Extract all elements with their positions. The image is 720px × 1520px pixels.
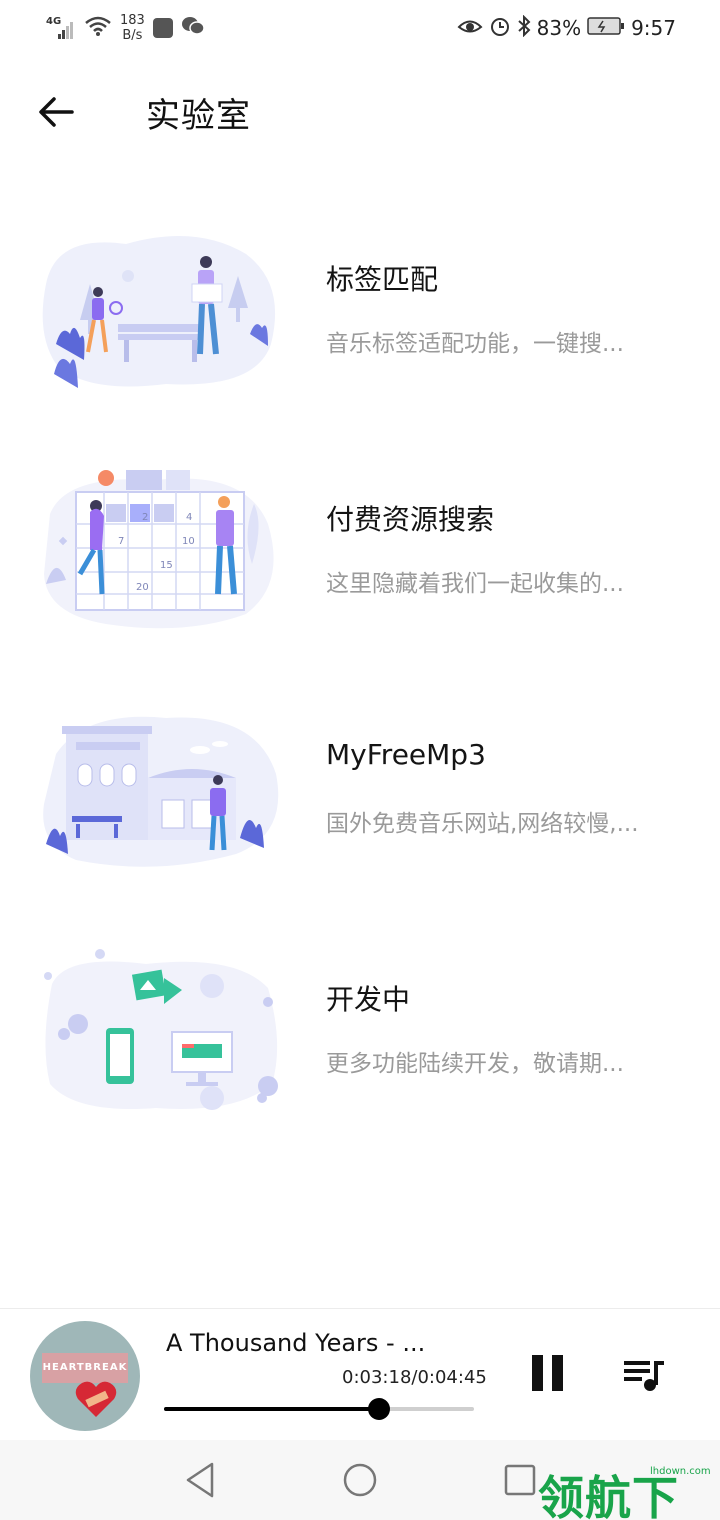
item-description: 更多功能陆续开发，敬请期... <box>326 1051 624 1077</box>
nav-home-icon[interactable] <box>338 1458 382 1502</box>
arrow-left-icon <box>39 97 74 127</box>
item-description: 音乐标签适配功能，一键搜... <box>326 331 624 357</box>
wechat-icon <box>181 15 205 41</box>
list-item[interactable]: 2 4 7 10 15 20 付费资源搜索 这里隐藏着我们一起收集的... <box>0 450 720 690</box>
alarm-icon <box>489 15 511 42</box>
heart-icon <box>75 1381 117 1417</box>
notification-app-icon <box>152 18 173 38</box>
item-title: 付费资源搜索 <box>326 503 495 536</box>
item-title: 开发中 <box>326 983 411 1016</box>
back-button[interactable] <box>30 86 82 138</box>
list-item[interactable]: MyFreeMp3 国外免费音乐网站,网络较慢,... <box>0 690 720 930</box>
net-speed: 183 B/s <box>120 13 145 43</box>
status-bar: 4G 183 B/s 83% 9:57 <box>0 0 720 56</box>
item-title: 标签匹配 <box>326 263 439 296</box>
playlist-button[interactable] <box>622 1357 666 1393</box>
mini-player[interactable]: HEARTBREAK A Thousand Years - ... 0:03:1… <box>0 1308 720 1440</box>
calendar-number: 4 <box>186 512 192 523</box>
net-speed-value: 183 <box>120 13 145 28</box>
song-time: 0:03:18/0:04:45 <box>342 1367 487 1388</box>
storefront-illustration <box>43 716 279 867</box>
clock: 9:57 <box>631 16 676 40</box>
signal-icon: 4G <box>46 16 76 40</box>
pause-icon-bar <box>552 1355 563 1391</box>
progress-slider[interactable] <box>164 1398 474 1420</box>
status-left: 4G 183 B/s <box>46 10 205 46</box>
item-description: 这里隐藏着我们一起收集的... <box>326 571 624 597</box>
nav-recents-icon[interactable] <box>498 1458 542 1502</box>
playlist-icon <box>624 1361 664 1391</box>
devices-illustration <box>44 949 278 1110</box>
status-right: 83% 9:57 <box>457 10 676 46</box>
album-art[interactable]: HEARTBREAK <box>30 1321 140 1431</box>
page-title: 实验室 <box>146 96 251 136</box>
park-illustration <box>42 236 276 388</box>
list-item[interactable]: 标签匹配 音乐标签适配功能，一键搜... <box>0 210 720 450</box>
watermark-site: lhdown.com <box>650 1466 711 1477</box>
pause-button[interactable] <box>530 1355 564 1391</box>
pause-icon-bar <box>532 1355 543 1391</box>
list-item[interactable]: 开发中 更多功能陆续开发，敬请期... <box>0 930 720 1170</box>
calendar-number: 2 <box>142 512 148 523</box>
net-speed-unit: B/s <box>122 28 143 43</box>
progress-fill <box>164 1407 380 1411</box>
header: 实验室 <box>0 70 720 154</box>
item-description: 国外免费音乐网站,网络较慢,... <box>326 811 639 837</box>
battery-icon <box>587 16 625 41</box>
item-title: MyFreeMp3 <box>326 738 486 771</box>
eye-icon <box>457 16 483 41</box>
wifi-icon <box>84 15 112 41</box>
lab-list: 标签匹配 音乐标签适配功能，一键搜... 2 4 7 10 15 20 付费资源… <box>0 210 720 1170</box>
nav-back-icon[interactable] <box>178 1458 222 1502</box>
calendar-number: 7 <box>118 536 124 547</box>
battery-percent: 83% <box>536 16 582 40</box>
calendar-number: 20 <box>136 582 149 593</box>
calendar-number: 15 <box>160 560 173 571</box>
bluetooth-icon <box>517 14 531 42</box>
progress-thumb[interactable] <box>368 1398 391 1420</box>
calendar-number: 10 <box>182 536 195 547</box>
calendar-illustration: 2 4 7 10 15 20 <box>44 470 274 629</box>
song-title: A Thousand Years - ... <box>166 1329 426 1357</box>
